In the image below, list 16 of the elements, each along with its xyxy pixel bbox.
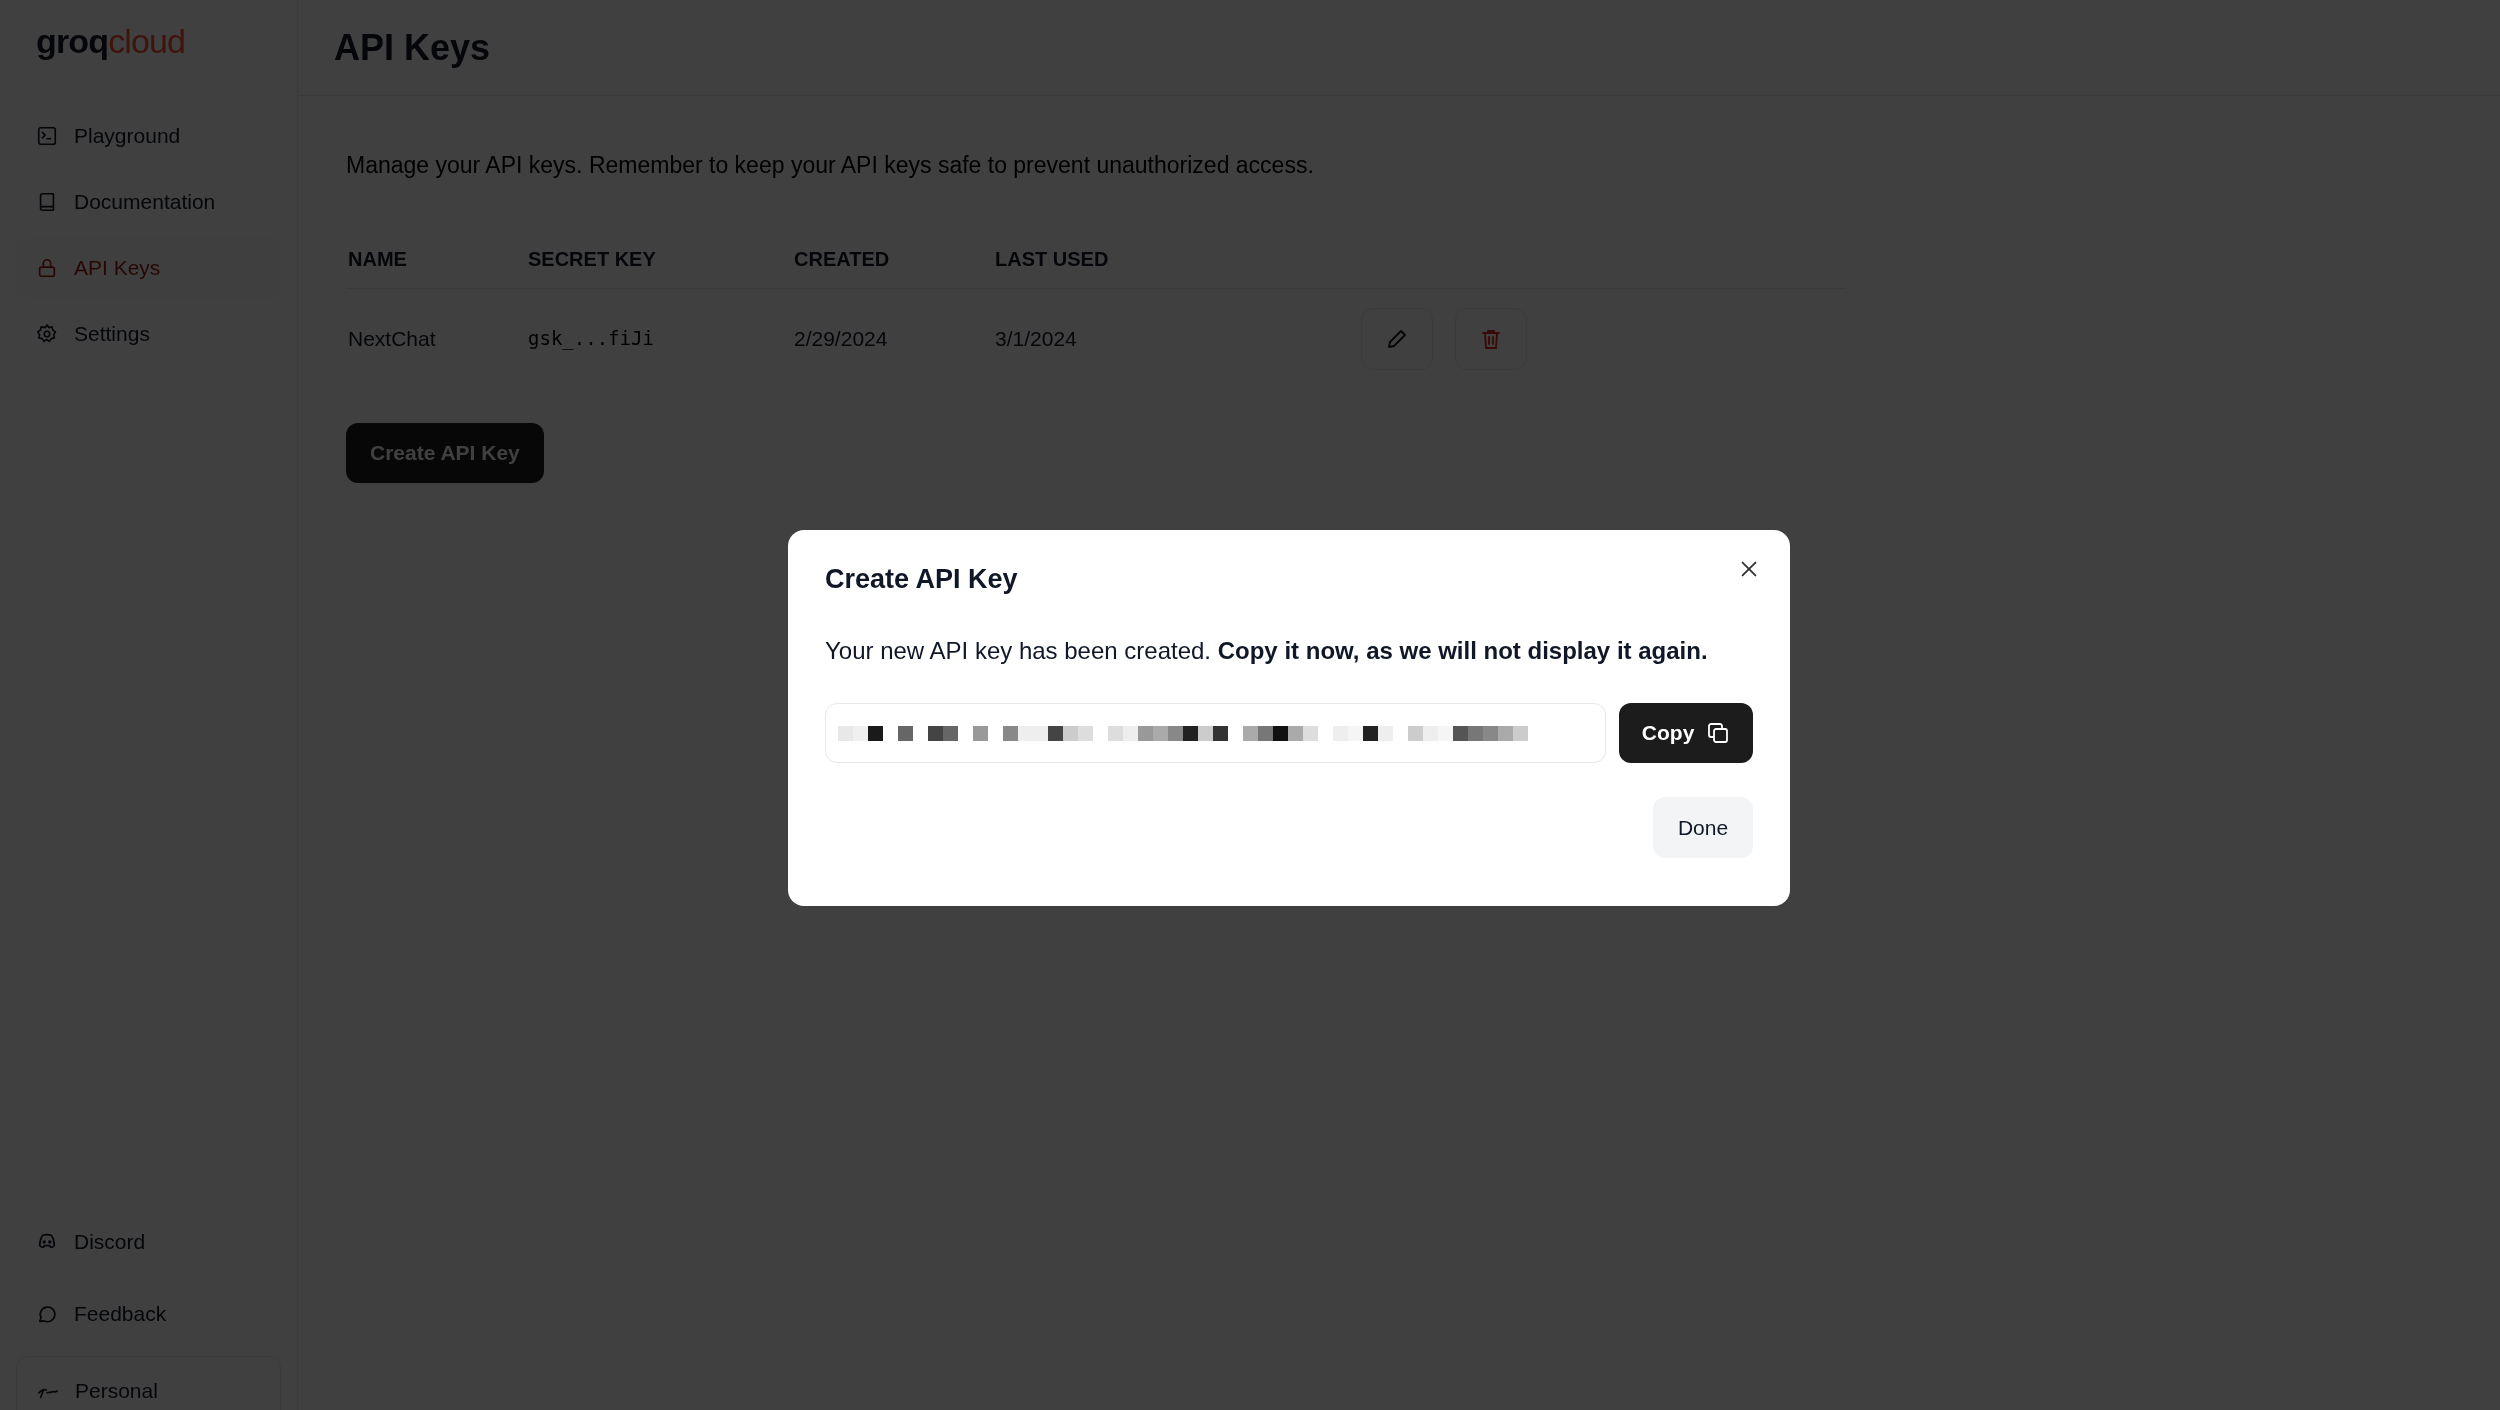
copy-icon bbox=[1706, 721, 1731, 745]
table-cell-text: NextChat bbox=[347, 325, 437, 352]
copy-button[interactable]: Copy bbox=[1619, 703, 1753, 763]
column-header: CREATED bbox=[794, 247, 891, 272]
done-button[interactable]: Done bbox=[1653, 797, 1753, 858]
page-title: API Keys bbox=[334, 25, 491, 70]
column-header: LAST USED bbox=[995, 247, 1110, 272]
page-description: Manage your API keys. Remember to keep your API keys safe to prevent unauthorized access. bbox=[346, 151, 1315, 180]
table-cell-text: gsk_...fiJi bbox=[528, 326, 655, 352]
dialog-message: Your new API key has been created. Copy it now, as we will not display it again. bbox=[825, 639, 1709, 663]
column-header: NAME bbox=[347, 247, 408, 272]
column-header: SECRET KEY bbox=[528, 247, 657, 272]
key-field[interactable] bbox=[825, 703, 1607, 763]
table-cell-text: 3/1/2024 bbox=[995, 325, 1078, 352]
table-cell-text: 2/29/2024 bbox=[794, 325, 889, 352]
dialog-title: Create API Key bbox=[825, 566, 1019, 593]
